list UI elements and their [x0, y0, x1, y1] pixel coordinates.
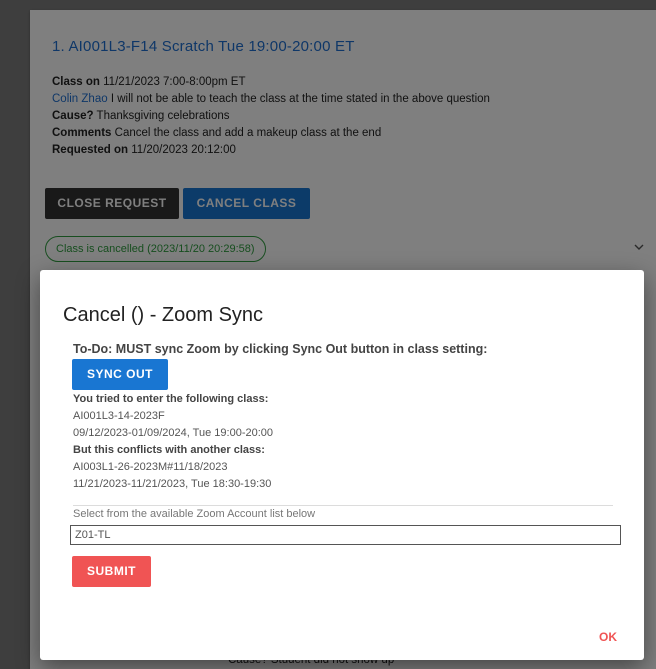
zoom-account-input[interactable]: [70, 525, 621, 545]
zoom-account-label: Select from the available Zoom Account l…: [73, 508, 316, 520]
conflict-label: But this conflicts with another class:: [73, 444, 265, 456]
sync-out-button[interactable]: SYNC OUT: [72, 359, 168, 390]
tried-class-schedule: 09/12/2023-01/09/2024, Tue 19:00-20:00: [73, 427, 274, 439]
submit-button[interactable]: SUBMIT: [72, 556, 151, 587]
conflict-class-code: AI003L1-26-2023M#11/18/2023: [73, 461, 228, 473]
ok-button[interactable]: OK: [588, 627, 628, 647]
todo-instruction: To-Do: MUST sync Zoom by clicking Sync O…: [73, 342, 488, 356]
tried-label: You tried to enter the following class:: [73, 393, 269, 405]
divider: [73, 505, 613, 506]
zoom-sync-dialog: Cancel () - Zoom Sync To-Do: MUST sync Z…: [40, 270, 644, 660]
page: 1. AI001L3-F14 Scratch Tue 19:00-20:00 E…: [0, 0, 656, 669]
conflict-class-schedule: 11/21/2023-11/21/2023, Tue 18:30-19:30: [73, 478, 272, 490]
conflict-info: You tried to enter the following class: …: [73, 391, 273, 493]
tried-class-code: AI001L3-14-2023F: [73, 410, 165, 422]
dialog-title: Cancel () - Zoom Sync: [63, 304, 264, 326]
